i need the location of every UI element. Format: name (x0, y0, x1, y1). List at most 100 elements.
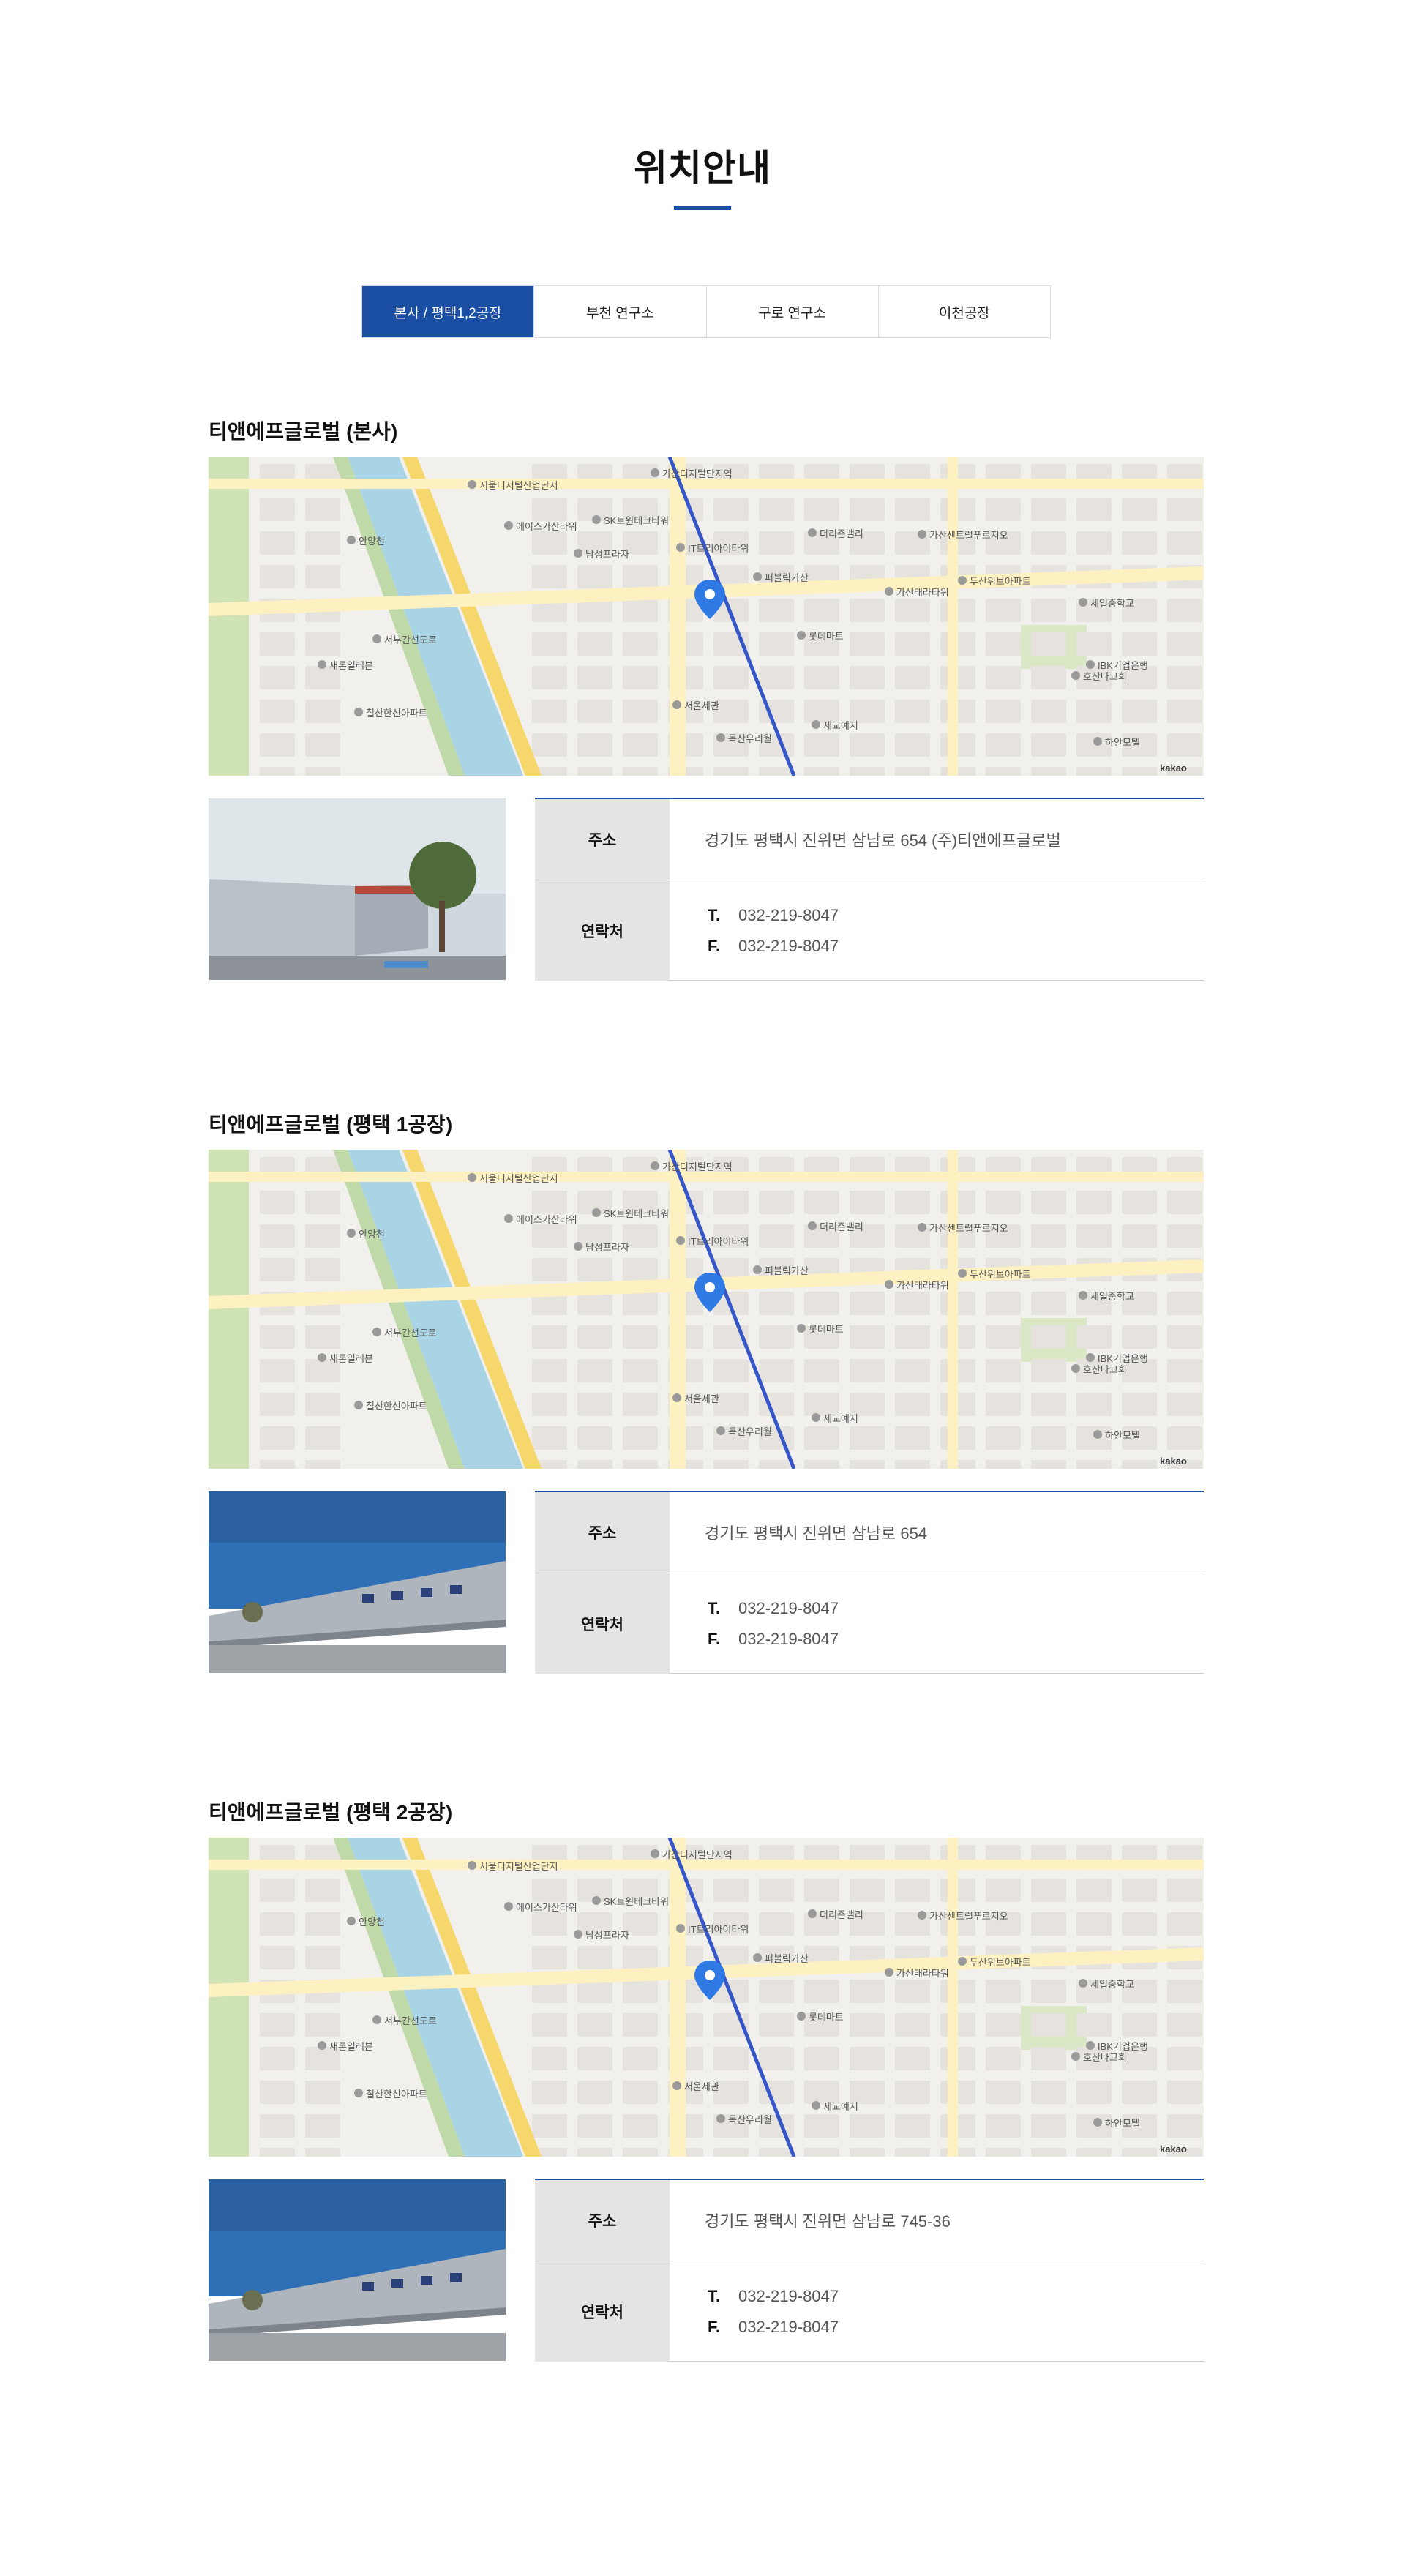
tel-value[interactable]: 032-219-8047 (738, 1599, 839, 1618)
svg-text:서부간선도로: 서부간선도로 (384, 2015, 437, 2026)
address-label: 주소 (535, 1492, 670, 1573)
svg-text:독산우리월: 독산우리월 (728, 1426, 772, 1437)
svg-text:IT트리아이타워: IT트리아이타워 (688, 1924, 749, 1935)
svg-text:서울디지털산업단지: 서울디지털산업단지 (479, 1861, 558, 1872)
svg-text:철산한신아파트: 철산한신아파트 (366, 2089, 427, 2100)
fax-value: 032-219-8047 (738, 1629, 839, 1648)
svg-text:새론일레븐: 새론일레븐 (329, 1353, 373, 1364)
svg-text:IT트리아이타워: IT트리아이타워 (688, 1236, 749, 1247)
address-value: 경기도 평택시 진위면 삼남로 745-36 (705, 2212, 951, 2231)
svg-text:kakao: kakao (1160, 2143, 1187, 2154)
svg-text:두산위브아파트: 두산위브아파트 (970, 1957, 1031, 1968)
svg-text:롯데마트: 롯데마트 (809, 631, 844, 642)
address-row: 주소 경기도 평택시 진위면 삼남로 745-36 (535, 2180, 1204, 2261)
svg-text:가산태라타워: 가산태라타워 (896, 1280, 949, 1291)
svg-text:안양천: 안양천 (359, 1229, 385, 1240)
svg-text:세교예지: 세교예지 (823, 1413, 858, 1424)
svg-text:하안모텔: 하안모텔 (1105, 737, 1140, 748)
svg-text:더리즌밸리: 더리즌밸리 (820, 1221, 863, 1232)
svg-text:롯데마트: 롯데마트 (809, 1324, 844, 1335)
svg-text:서울디지털산업단지: 서울디지털산업단지 (479, 480, 558, 491)
svg-text:세일중학교: 세일중학교 (1090, 598, 1134, 609)
svg-text:호산나교회: 호산나교회 (1083, 2052, 1127, 2063)
svg-text:세일중학교: 세일중학교 (1090, 1291, 1134, 1302)
svg-text:하안모텔: 하안모텔 (1105, 2118, 1140, 2129)
location-tabs: 본사 / 평택1,2공장 부천 연구소 구로 연구소 이천공장 (361, 285, 1051, 338)
location-info-table: 주소 경기도 평택시 진위면 삼남로 654 (주)티앤에프글로벌 연락처 T.… (535, 798, 1204, 981)
location-title: 티앤에프글로벌 (본사) (209, 420, 398, 443)
svg-text:서울세관: 서울세관 (684, 1393, 719, 1404)
svg-text:남성프라자: 남성프라자 (585, 1930, 629, 1941)
tab-headquarters[interactable]: 본사 / 평택1,2공장 (362, 286, 534, 337)
svg-text:가산디지털단지역: 가산디지털단지역 (662, 1161, 733, 1172)
location-title: 티앤에프글로벌 (평택 2공장) (209, 1801, 453, 1824)
svg-text:서울세관: 서울세관 (684, 700, 719, 711)
page-title: 위치안내 (634, 148, 771, 189)
location-map[interactable]: 가산디지털단지역서울디지털산업단지에이스가산타워 SK트윈테크타워남성프라자 IT트… (209, 457, 1204, 776)
svg-text:퍼블릭가산: 퍼블릭가산 (765, 572, 809, 583)
svg-text:IBK기업은행: IBK기업은행 (1098, 1353, 1148, 1364)
location-map[interactable]: 가산디지털단지역 서울디지털산업단지 에이스가산타워 SK트윈테크타워 남성프라자 IT트… (209, 1150, 1204, 1469)
svg-text:IBK기업은행: IBK기업은행 (1098, 660, 1148, 671)
location-section: 티앤에프글로벌 (평택 2공장) 가산디지털단지역서울디지털산업단지에이스가산타… (209, 1797, 1204, 2382)
address-row: 주소 경기도 평택시 진위면 삼남로 654 (주)티앤에프글로벌 (535, 799, 1204, 880)
fax-value: 032-219-8047 (738, 936, 839, 955)
factory-building-photo (209, 2179, 506, 2361)
tel-key: T. (708, 1598, 721, 1617)
svg-text:서울세관: 서울세관 (684, 2081, 719, 2092)
svg-text:IT트리아이타워: IT트리아이타워 (688, 543, 749, 554)
svg-text:두산위브아파트: 두산위브아파트 (970, 1269, 1031, 1280)
svg-text:독산우리월: 독산우리월 (728, 2114, 772, 2125)
address-value: 경기도 평택시 진위면 삼남로 654 (705, 1524, 928, 1543)
fax-key: F. (708, 936, 721, 955)
svg-text:가산디지털단지역: 가산디지털단지역 (662, 1849, 733, 1860)
tel-value[interactable]: 032-219-8047 (738, 906, 839, 925)
svg-text:가산센트럴푸르지오: 가산센트럴푸르지오 (929, 530, 1008, 541)
svg-text:호산나교회: 호산나교회 (1083, 1364, 1127, 1375)
svg-text:안양천: 안양천 (359, 1917, 385, 1928)
svg-text:세일중학교: 세일중학교 (1090, 1979, 1134, 1990)
svg-text:새론일레븐: 새론일레븐 (329, 660, 373, 671)
svg-text:가산태라타워: 가산태라타워 (896, 587, 949, 598)
svg-text:SK트윈테크타워: SK트윈테크타워 (604, 515, 669, 526)
svg-text:가산디지털단지역: 가산디지털단지역 (662, 468, 733, 479)
address-value: 경기도 평택시 진위면 삼남로 654 (주)티앤에프글로벌 (705, 831, 1061, 850)
contact-values: T. 032-219-8047 F. 032-219-8047 (535, 1573, 839, 1674)
svg-text:두산위브아파트: 두산위브아파트 (970, 576, 1031, 587)
svg-text:남성프라자: 남성프라자 (585, 1242, 629, 1253)
svg-text:서울디지털산업단지: 서울디지털산업단지 (479, 1173, 558, 1184)
svg-text:남성프라자: 남성프라자 (585, 549, 629, 560)
svg-text:철산한신아파트: 철산한신아파트 (366, 708, 427, 719)
tab-icheon-factory[interactable]: 이천공장 (877, 286, 1050, 337)
svg-text:서부간선도로: 서부간선도로 (384, 634, 437, 645)
svg-text:에이스가산타워: 에이스가산타워 (516, 1902, 577, 1913)
tel-value[interactable]: 032-219-8047 (738, 2287, 839, 2306)
tab-guro-lab[interactable]: 구로 연구소 (705, 286, 878, 337)
address-row: 주소 경기도 평택시 진위면 삼남로 654 (535, 1492, 1204, 1573)
location-info-table: 주소 경기도 평택시 진위면 삼남로 745-36 연락처 T. 032-219-… (535, 2179, 1204, 2362)
contact-values: T. 032-219-8047 F. 032-219-8047 (535, 2261, 839, 2362)
svg-text:세교예지: 세교예지 (823, 2101, 858, 2112)
svg-text:가산센트럴푸르지오: 가산센트럴푸르지오 (929, 1223, 1008, 1234)
svg-text:하안모텔: 하안모텔 (1105, 1430, 1140, 1441)
svg-text:가산센트럴푸르지오: 가산센트럴푸르지오 (929, 1911, 1008, 1922)
svg-text:SK트윈테크타워: SK트윈테크타워 (604, 1208, 669, 1219)
tel-key: T. (708, 2286, 721, 2305)
location-map[interactable]: 가산디지털단지역 서울디지털산업단지 에이스가산타워 SK트윈테크타워 남성프라자 IT트… (209, 1838, 1204, 2157)
svg-text:가산태라타워: 가산태라타워 (896, 1968, 949, 1979)
fax-value: 032-219-8047 (738, 2317, 839, 2336)
factory-building-photo (209, 1491, 506, 1673)
svg-text:에이스가산타워: 에이스가산타워 (516, 521, 577, 532)
tab-bucheon-lab[interactable]: 부천 연구소 (533, 286, 706, 337)
contact-values: T. 032-219-8047 F. 032-219-8047 (535, 880, 839, 981)
location-info-table: 주소 경기도 평택시 진위면 삼남로 654 연락처 T. 032-219-804… (535, 1491, 1204, 1674)
office-building-photo (209, 798, 506, 980)
svg-text:호산나교회: 호산나교회 (1083, 671, 1127, 682)
svg-text:안양천: 안양천 (359, 536, 385, 547)
svg-text:철산한신아파트: 철산한신아파트 (366, 1401, 427, 1412)
location-section: 티앤에프글로벌 (평택 1공장) 가산디지털단지역 서울디지털산업단지 에이스가산타… (209, 1109, 1204, 1694)
svg-text:독산우리월: 독산우리월 (728, 733, 772, 744)
svg-text:서부간선도로: 서부간선도로 (384, 1328, 437, 1338)
title-underline (674, 206, 731, 210)
svg-text:세교예지: 세교예지 (823, 720, 858, 731)
